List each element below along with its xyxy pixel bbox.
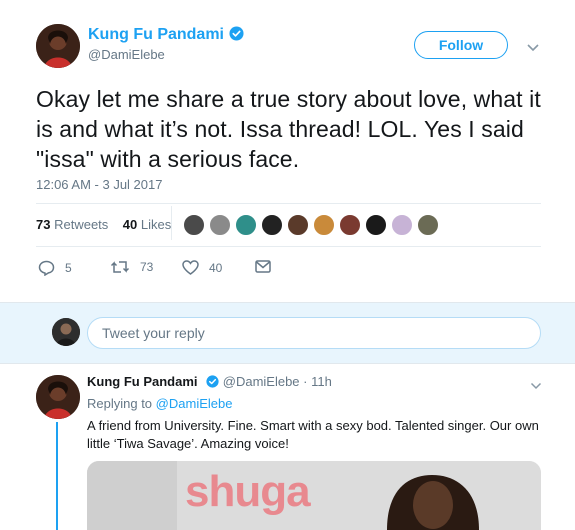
liker-avatar[interactable] (365, 214, 387, 236)
retweet-count: 73 (140, 260, 154, 274)
media-caption-text: shuga (185, 467, 311, 516)
liker-avatar[interactable] (287, 214, 309, 236)
like-action[interactable]: 40 (182, 260, 222, 275)
author-avatar[interactable] (36, 24, 80, 68)
retweets-stat[interactable]: 73 Retweets (36, 217, 108, 232)
liker-avatar[interactable] (209, 214, 231, 236)
direct-message-action[interactable] (255, 260, 281, 273)
heart-icon (182, 260, 199, 275)
liker-avatar[interactable] (183, 214, 205, 236)
likes-count: 40 (122, 217, 138, 232)
reply-count: 5 (65, 261, 72, 275)
author-display-name[interactable]: Kung Fu Pandami (88, 26, 224, 43)
reply-author-handle[interactable]: @DamiElebe (223, 374, 300, 389)
chevron-down-icon[interactable] (526, 40, 540, 58)
retweet-action[interactable]: 73 (110, 260, 153, 274)
reply-time[interactable]: 11h (311, 374, 332, 389)
envelope-icon (255, 260, 271, 273)
chevron-down-icon[interactable] (530, 377, 542, 395)
like-count: 40 (209, 260, 223, 275)
reply-author-name[interactable]: Kung Fu Pandami (87, 374, 198, 389)
reply-input[interactable] (87, 317, 541, 349)
follow-button[interactable]: Follow (414, 31, 508, 59)
retweets-label: Retweets (54, 217, 109, 232)
reply-text: A friend from University. Fine. Smart wi… (87, 418, 539, 451)
verified-icon (206, 375, 219, 391)
tweet-stats: 73 Retweets 40 Likes (36, 217, 171, 232)
author-name-row[interactable]: Kung Fu Pandami (88, 26, 244, 46)
author-handle[interactable]: @DamiElebe (88, 47, 165, 62)
tweet-text: Okay let me share a true story about lov… (36, 86, 541, 172)
replying-to-label: Replying to (87, 396, 153, 411)
thread-connector-line (56, 422, 58, 530)
retweet-icon (110, 261, 130, 273)
retweets-count: 73 (36, 217, 51, 232)
verified-icon (229, 26, 244, 46)
current-user-avatar[interactable] (52, 318, 80, 346)
stats-separator (171, 206, 172, 240)
reply-header: Kung Fu Pandami @DamiElebe · 11h (87, 374, 332, 391)
reply-icon (38, 260, 55, 276)
reply-action[interactable]: 5 (38, 260, 72, 276)
reply-author-avatar[interactable] (36, 375, 80, 419)
replying-to: Replying to @DamiElebe (87, 396, 232, 411)
liker-avatar[interactable] (313, 214, 335, 236)
liker-avatar[interactable] (417, 214, 439, 236)
divider (36, 246, 541, 247)
liker-avatar[interactable] (261, 214, 283, 236)
liker-avatar[interactable] (235, 214, 257, 236)
likes-stat[interactable]: 40 Likes (123, 217, 171, 232)
divider (36, 203, 541, 204)
liker-avatar[interactable] (391, 214, 413, 236)
likes-label: Likes (140, 217, 172, 232)
tweet-timestamp[interactable]: 12:06 AM - 3 Jul 2017 (36, 177, 162, 192)
reply-separator: · (303, 374, 308, 389)
reply-media[interactable]: shuga (87, 461, 541, 530)
liker-avatar[interactable] (339, 214, 361, 236)
replying-to-handle[interactable]: @DamiElebe (156, 396, 233, 411)
